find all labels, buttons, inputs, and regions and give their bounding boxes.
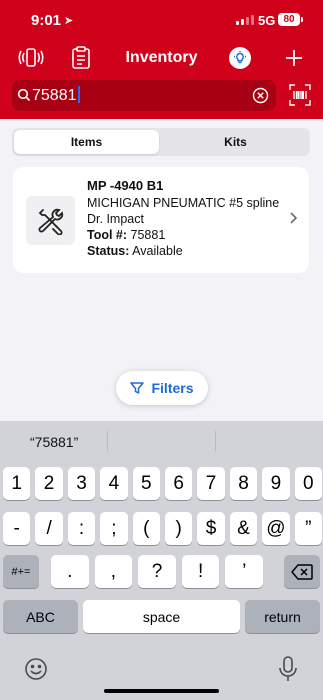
tools-icon bbox=[38, 208, 63, 235]
add-button[interactable] bbox=[279, 44, 309, 72]
clear-search-icon[interactable] bbox=[252, 87, 269, 104]
search-input[interactable]: 75881 bbox=[32, 86, 80, 105]
suggestion-divider bbox=[107, 431, 108, 451]
search-value: 75881 bbox=[32, 87, 77, 104]
status-bar: 9:01 ➤ 5G 80 bbox=[0, 0, 323, 40]
punctuation-key[interactable]: ! bbox=[181, 555, 220, 588]
search-box[interactable]: 75881 bbox=[12, 80, 276, 111]
suggestion-item[interactable]: “75881” bbox=[30, 434, 78, 450]
number-key[interactable]: 2 bbox=[35, 467, 63, 500]
barcode-scan-icon[interactable] bbox=[289, 84, 311, 106]
battery-icon: 80 bbox=[278, 13, 300, 26]
space-key[interactable]: space bbox=[83, 600, 240, 633]
home-indicator bbox=[104, 689, 219, 693]
page-title: Inventory bbox=[125, 49, 198, 66]
search-icon bbox=[17, 88, 31, 102]
punctuation-key[interactable]: ? bbox=[138, 555, 176, 588]
result-description: MICHIGAN PNEUMATIC #5 spline Dr. Impact bbox=[87, 196, 280, 226]
symbol-key[interactable]: & bbox=[229, 512, 258, 545]
abc-key[interactable]: ABC bbox=[3, 600, 78, 633]
nav-bar: Inventory bbox=[0, 40, 323, 76]
symbol-key[interactable]: @ bbox=[262, 512, 290, 545]
lightbulb-icon bbox=[234, 51, 246, 64]
symbol-key[interactable]: - bbox=[3, 512, 31, 545]
plus-icon bbox=[286, 50, 302, 66]
suggestion-bar: “75881” bbox=[0, 421, 323, 461]
symbol-key[interactable]: ( bbox=[132, 512, 160, 545]
symbol-key[interactable]: $ bbox=[197, 512, 225, 545]
number-key[interactable]: 1 bbox=[3, 467, 31, 500]
return-key[interactable]: return bbox=[245, 600, 320, 633]
status-label: Status: bbox=[87, 244, 130, 258]
tool-thumbnail bbox=[26, 196, 75, 245]
tab-kits[interactable]: Kits bbox=[163, 130, 308, 154]
symbol-key[interactable]: : bbox=[67, 512, 96, 545]
result-card[interactable]: MP -4940 B1 MICHIGAN PNEUMATIC #5 spline… bbox=[13, 167, 309, 273]
funnel-icon bbox=[130, 382, 145, 394]
battery-tip bbox=[301, 17, 303, 22]
filters-label: Filters bbox=[151, 380, 194, 396]
status-row: Status: Available bbox=[87, 243, 282, 259]
location-arrow-icon: ➤ bbox=[64, 15, 74, 27]
app-header: 9:01 ➤ 5G 80 Inventory 75881 bbox=[0, 0, 323, 119]
number-key[interactable]: 9 bbox=[262, 467, 290, 500]
symbol-key[interactable]: / bbox=[35, 512, 63, 545]
suggestion-divider bbox=[215, 431, 216, 451]
tool-number-label: Tool #: bbox=[87, 228, 128, 242]
delete-key[interactable] bbox=[284, 555, 320, 588]
number-key[interactable]: 7 bbox=[197, 467, 225, 500]
status-value: Available bbox=[132, 244, 183, 258]
text-caret bbox=[77, 86, 80, 103]
cellular-signal-icon bbox=[236, 15, 254, 25]
symbol-key[interactable]: ; bbox=[100, 512, 128, 545]
symbols-toggle-key[interactable]: #+= bbox=[3, 555, 39, 588]
result-title: MP -4940 B1 bbox=[87, 178, 164, 193]
tool-number-row: Tool #: 75881 bbox=[87, 227, 282, 243]
tips-button[interactable] bbox=[229, 47, 251, 69]
backspace-icon bbox=[291, 563, 313, 580]
emoji-icon[interactable] bbox=[24, 657, 48, 681]
symbol-key[interactable]: ” bbox=[294, 512, 322, 545]
microphone-icon[interactable] bbox=[279, 656, 297, 682]
filters-button[interactable]: Filters bbox=[116, 371, 208, 405]
status-time: 9:01 bbox=[31, 12, 62, 29]
result-details: MP -4940 B1 MICHIGAN PNEUMATIC #5 spline… bbox=[87, 178, 282, 259]
items-kits-segmented-control: Items Kits bbox=[12, 128, 310, 156]
number-key[interactable]: 0 bbox=[294, 467, 322, 500]
network-label: 5G bbox=[258, 13, 276, 28]
chevron-right-icon bbox=[290, 212, 298, 224]
number-key[interactable]: 4 bbox=[100, 467, 128, 500]
keyboard: “75881” 1234567890 - /:;() $ & @” #+= .,?!’ … bbox=[0, 421, 323, 700]
number-key[interactable]: 8 bbox=[229, 467, 258, 500]
search-row: 75881 bbox=[0, 80, 323, 112]
symbol-key[interactable]: ) bbox=[165, 512, 193, 545]
punctuation-key[interactable]: . bbox=[51, 555, 89, 588]
punctuation-key[interactable]: ’ bbox=[225, 555, 263, 588]
number-key[interactable]: 5 bbox=[132, 467, 160, 500]
tab-items[interactable]: Items bbox=[14, 130, 159, 154]
number-key[interactable]: 3 bbox=[67, 467, 96, 500]
number-key[interactable]: 6 bbox=[165, 467, 193, 500]
punctuation-key[interactable]: , bbox=[94, 555, 133, 588]
tool-number-value: 75881 bbox=[130, 228, 166, 242]
